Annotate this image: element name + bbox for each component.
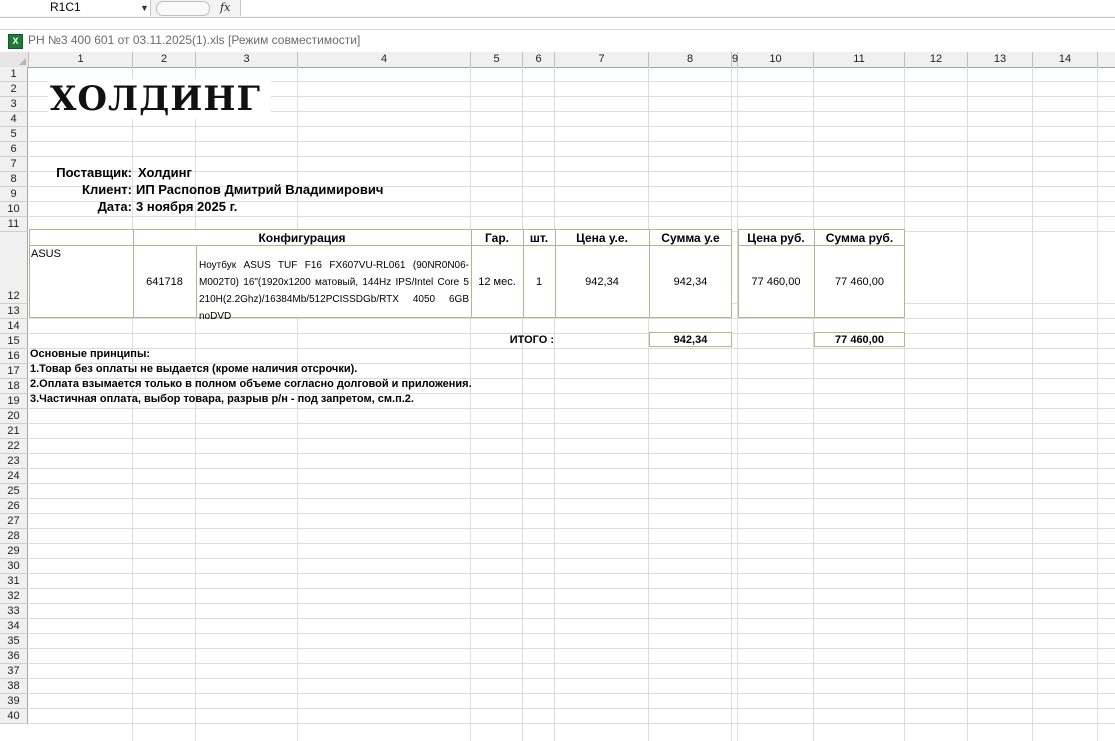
header-sum-ue: Сумма у.е — [661, 231, 720, 245]
column-header[interactable]: 14 — [1033, 52, 1098, 67]
name-box[interactable]: R1C1 ▼ — [0, 0, 151, 16]
column-header[interactable]: 2 — [133, 52, 196, 67]
row-header[interactable]: 40 — [0, 709, 28, 724]
row-header[interactable]: 12 — [0, 232, 28, 304]
row-header[interactable]: 7 — [0, 157, 28, 172]
row-header[interactable]: 22 — [0, 439, 28, 454]
row-header[interactable]: 8 — [0, 172, 28, 187]
row-header[interactable]: 26 — [0, 499, 28, 514]
date-value: 3 ноября 2025 г. — [136, 199, 238, 214]
function-icon[interactable]: fx — [220, 0, 230, 16]
row-header[interactable]: 3 — [0, 97, 28, 112]
row-header[interactable]: 2 — [0, 82, 28, 97]
row-header[interactable]: 6 — [0, 142, 28, 157]
total-label: ИТОГО : — [509, 334, 554, 346]
select-all-corner[interactable] — [0, 52, 29, 67]
row-header[interactable]: 30 — [0, 559, 28, 574]
total-rub: 77 460,00 — [835, 334, 884, 346]
column-header[interactable]: 11 — [814, 52, 905, 67]
row-header[interactable]: 39 — [0, 694, 28, 709]
client-label: Клиент: — [82, 182, 132, 197]
column-header[interactable]: 5 — [471, 52, 523, 67]
header-price-rub: Цена руб. — [747, 231, 805, 245]
principle-item: 2.Оплата взымается только в полном объем… — [30, 378, 472, 390]
workbook-title: РН №3 400 601 от 03.11.2025(1).xls [Режи… — [28, 33, 361, 47]
row-header[interactable]: 13 — [0, 304, 28, 319]
row-header[interactable]: 15 — [0, 334, 28, 349]
excel-file-icon: X — [8, 34, 23, 49]
column-header[interactable]: 7 — [555, 52, 649, 67]
item-qty: 1 — [535, 276, 543, 288]
item-price-rub: 77 460,00 — [751, 276, 801, 288]
item-code: 641718 — [146, 276, 183, 288]
header-qty: шт. — [529, 231, 549, 245]
row-header[interactable]: 4 — [0, 112, 28, 127]
row-header[interactable]: 11 — [0, 217, 28, 232]
column-header[interactable]: 4 — [298, 52, 471, 67]
row-header[interactable]: 36 — [0, 649, 28, 664]
row-header[interactable]: 37 — [0, 664, 28, 679]
row-header[interactable]: 28 — [0, 529, 28, 544]
row-header[interactable]: 1 — [0, 67, 28, 82]
row-header[interactable]: 31 — [0, 574, 28, 589]
header-config: Конфигурация — [258, 231, 346, 245]
formula-bar: R1C1 ▼ fx — [0, 0, 1115, 18]
principle-item: 1.Товар без оплаты не выдается (кроме на… — [30, 363, 358, 375]
principles-title: Основные принципы: — [30, 348, 151, 360]
row-header[interactable]: 34 — [0, 619, 28, 634]
item-warranty: 12 мес. — [478, 276, 516, 288]
item-sum-ue: 942,34 — [673, 276, 708, 288]
item-brand: ASUS — [31, 248, 61, 260]
row-header[interactable]: 24 — [0, 469, 28, 484]
row-header[interactable]: 32 — [0, 589, 28, 604]
row-header[interactable]: 23 — [0, 454, 28, 469]
column-header[interactable]: 3 — [196, 52, 298, 67]
name-box-value: R1C1 — [50, 0, 81, 14]
row-header[interactable]: 27 — [0, 514, 28, 529]
row-header[interactable]: 25 — [0, 484, 28, 499]
item-sum-rub: 77 460,00 — [835, 276, 884, 288]
row-header[interactable]: 33 — [0, 604, 28, 619]
row-header[interactable]: 19 — [0, 394, 28, 409]
date-label: Дата: — [97, 199, 132, 214]
header-warranty: Гар. — [485, 231, 509, 245]
row-header[interactable]: 17 — [0, 364, 28, 379]
formula-input[interactable] — [240, 0, 1115, 16]
spreadsheet-grid[interactable]: 1 2 3 4 5 6 7 8 9 10 11 12 13 14 1 2 3 4 5 6 7 8 9 10 11 12 13 14 1… — [0, 52, 1115, 741]
column-header[interactable]: 8 — [649, 52, 732, 67]
row-header[interactable]: 29 — [0, 544, 28, 559]
row-header[interactable]: 5 — [0, 127, 28, 142]
client-value: ИП Распопов Дмитрий Владимирович — [136, 182, 384, 197]
row-header[interactable]: 18 — [0, 379, 28, 394]
row-header[interactable]: 10 — [0, 202, 28, 217]
formula-bar-scroll[interactable] — [156, 1, 210, 16]
column-header[interactable]: 10 — [738, 52, 814, 67]
row-header[interactable]: 38 — [0, 679, 28, 694]
row-header[interactable]: 16 — [0, 349, 28, 364]
row-header[interactable]: 9 — [0, 187, 28, 202]
item-price-ue: 942,34 — [585, 276, 619, 288]
column-header[interactable]: 1 — [29, 52, 133, 67]
item-description: Ноутбук ASUS TUF F16 FX607VU-RL061 (90NR… — [199, 260, 469, 322]
workbook-title-bar[interactable]: X РН №3 400 601 от 03.11.2025(1).xls [Ре… — [0, 29, 1115, 52]
supplier-label: Поставщик: — [56, 165, 132, 180]
chevron-down-icon[interactable]: ▼ — [140, 0, 149, 16]
supplier-value: Холдинг — [138, 165, 192, 180]
row-header[interactable]: 35 — [0, 634, 28, 649]
row-header[interactable]: 20 — [0, 409, 28, 424]
column-headers: 1 2 3 4 5 6 7 8 9 10 11 12 13 14 — [0, 52, 1115, 68]
column-header[interactable]: 12 — [905, 52, 968, 67]
total-ue: 942,34 — [673, 334, 708, 346]
company-logo: ХОЛДИНГ — [48, 79, 272, 119]
header-price-ue: Цена у.е. — [576, 231, 628, 245]
header-sum-rub: Сумма руб. — [825, 231, 894, 245]
row-header[interactable]: 14 — [0, 319, 28, 334]
row-header[interactable]: 21 — [0, 424, 28, 439]
column-header[interactable]: 6 — [523, 52, 555, 67]
select-all-icon — [19, 58, 26, 65]
principle-item: 3.Частичная оплата, выбор товара, разрыв… — [30, 393, 414, 405]
column-header[interactable]: 13 — [968, 52, 1033, 67]
